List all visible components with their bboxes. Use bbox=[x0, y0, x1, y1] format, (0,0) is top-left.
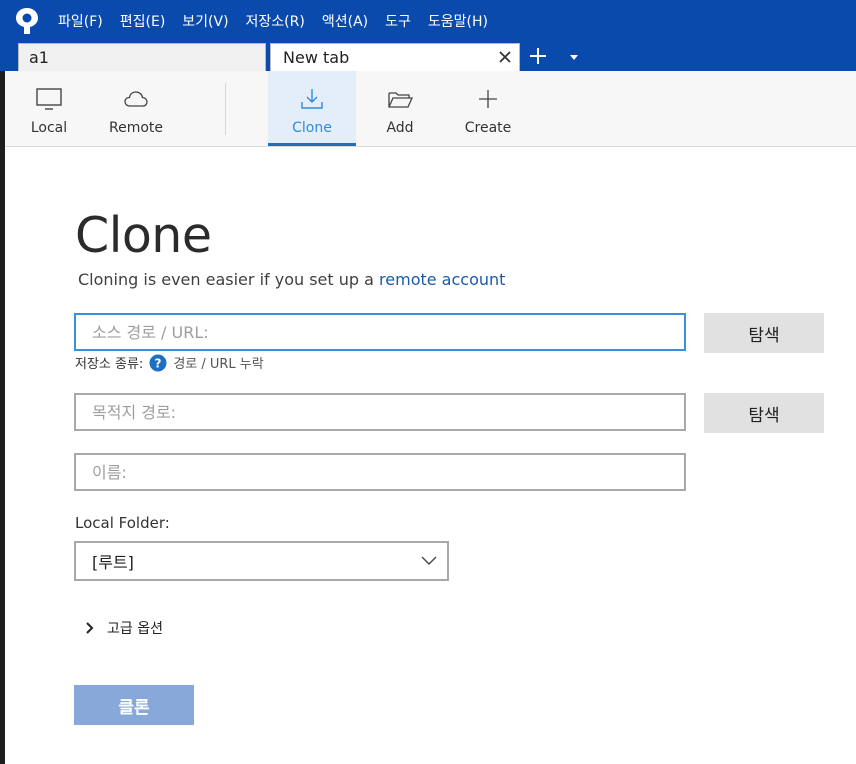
remote-account-link[interactable]: remote account bbox=[379, 270, 505, 289]
menu-file[interactable]: 파일(F) bbox=[58, 11, 103, 31]
menu-view[interactable]: 보기(V) bbox=[182, 11, 228, 31]
download-icon bbox=[301, 89, 323, 109]
monitor-icon bbox=[36, 88, 62, 110]
advanced-options-label: 고급 옵션 bbox=[107, 621, 163, 637]
title-bar: 파일(F) 편집(E) 보기(V) 저장소(R) 액션(A) 도구 도움말(H) bbox=[0, 0, 856, 42]
tab-a1[interactable]: a1 bbox=[18, 43, 266, 71]
toolbar-clone-label: Clone bbox=[292, 120, 332, 136]
tab-label: New tab bbox=[283, 48, 350, 67]
menu-actions[interactable]: 액션(A) bbox=[322, 11, 368, 31]
repo-type-label: 저장소 종류: bbox=[75, 357, 144, 372]
local-folder-value: [루트] bbox=[92, 553, 134, 572]
toolbar-create-button[interactable]: Create bbox=[444, 71, 532, 146]
menu-edit[interactable]: 편집(E) bbox=[120, 11, 166, 31]
name-input[interactable] bbox=[74, 453, 686, 491]
chevron-down-icon bbox=[421, 556, 437, 565]
repo-type-row: 저장소 종류: ? 경로 / URL 누락 bbox=[75, 353, 264, 372]
page-title: Clone bbox=[75, 207, 212, 264]
cloud-icon bbox=[124, 91, 148, 107]
repo-type-value: 경로 / URL 누락 bbox=[173, 357, 264, 372]
svg-text:?: ? bbox=[155, 356, 162, 370]
folder-open-icon bbox=[388, 92, 414, 108]
tab-label: a1 bbox=[29, 48, 49, 67]
app-content: Local Remote Clone Add Create Clone Clon… bbox=[5, 71, 856, 764]
question-icon[interactable]: ? bbox=[149, 354, 167, 372]
toolbar-add-label: Add bbox=[386, 120, 414, 136]
toolbar-local-button[interactable]: Local bbox=[5, 71, 93, 146]
chevron-down-icon[interactable] bbox=[568, 52, 580, 62]
menu-repository[interactable]: 저장소(R) bbox=[246, 11, 305, 31]
toolbar-local-label: Local bbox=[30, 120, 68, 136]
clone-button[interactable]: 클론 bbox=[74, 685, 194, 725]
menu-tools[interactable]: 도구 bbox=[385, 11, 411, 31]
toolbar-divider bbox=[225, 83, 226, 135]
toolbar-create-label: Create bbox=[464, 120, 512, 136]
toolbar-remote-label: Remote bbox=[108, 120, 164, 136]
local-folder-label: Local Folder: bbox=[75, 514, 170, 532]
toolbar-remote-button[interactable]: Remote bbox=[92, 71, 180, 146]
plus-icon[interactable] bbox=[528, 46, 548, 66]
subtitle-text: Cloning is even easier if you set up a bbox=[78, 270, 380, 289]
browse-destination-button[interactable]: 탐색 bbox=[704, 393, 824, 433]
toolbar-clone-button[interactable]: Clone bbox=[268, 71, 356, 146]
source-url-input[interactable] bbox=[74, 313, 686, 351]
advanced-options-toggle[interactable]: 고급 옵션 bbox=[85, 618, 163, 638]
toolbar-add-button[interactable]: Add bbox=[356, 71, 444, 146]
plus-icon bbox=[479, 90, 497, 108]
menu-help[interactable]: 도움말(H) bbox=[428, 11, 488, 31]
tab-new-tab[interactable]: New tab bbox=[270, 43, 520, 71]
app-logo-icon[interactable] bbox=[12, 6, 42, 36]
page-subtitle: Cloning is even easier if you set up a r… bbox=[78, 270, 505, 289]
local-folder-select[interactable]: [루트] bbox=[74, 541, 449, 581]
browse-source-button[interactable]: 탐색 bbox=[704, 313, 824, 353]
chevron-right-icon bbox=[86, 622, 94, 634]
tab-strip: a1 New tab bbox=[0, 42, 856, 71]
close-icon[interactable] bbox=[497, 49, 513, 65]
menu-bar: 파일(F) 편집(E) 보기(V) 저장소(R) 액션(A) 도구 도움말(H) bbox=[58, 0, 505, 42]
toolbar: Local Remote Clone Add Create bbox=[5, 71, 856, 147]
destination-path-input[interactable] bbox=[74, 393, 686, 431]
